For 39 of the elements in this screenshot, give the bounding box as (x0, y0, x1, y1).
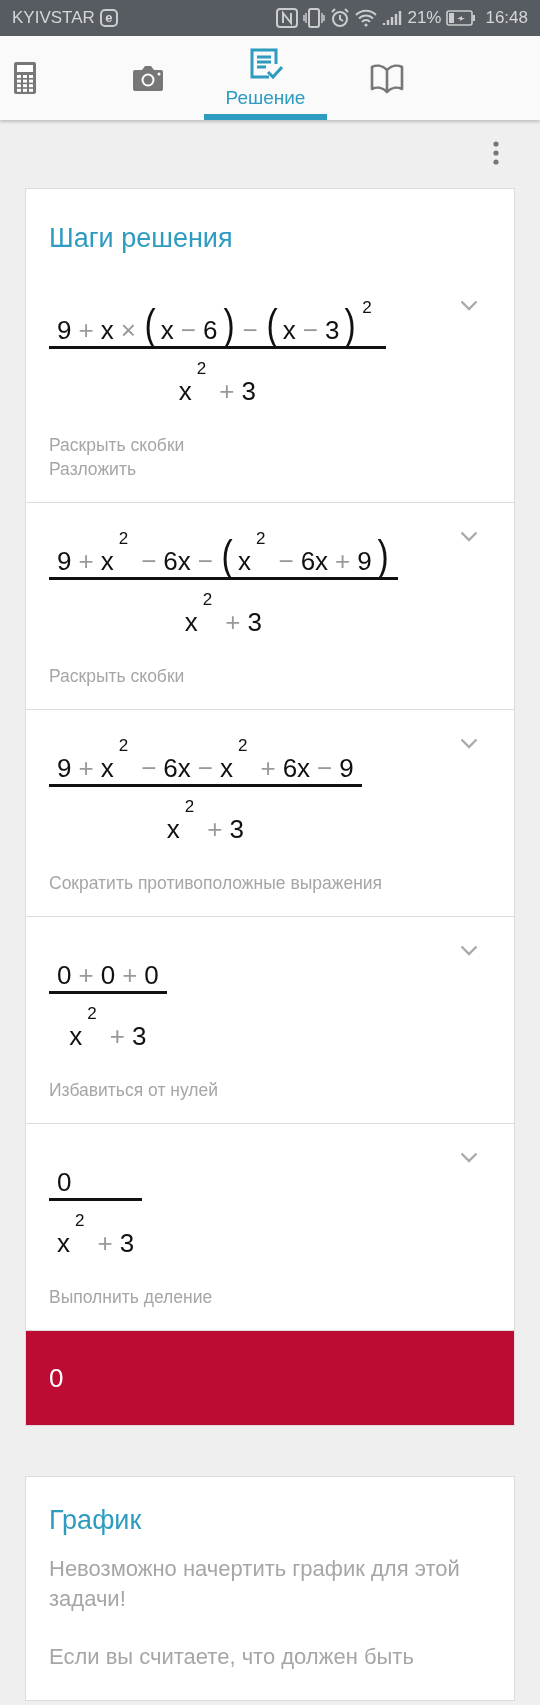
battery-icon (446, 10, 477, 26)
step-description: Разложить (49, 458, 137, 481)
carrier-name: KYIVSTAR (12, 8, 95, 28)
step-description: Раскрыть скобки (49, 665, 186, 688)
step-description: Сократить противоположные выражения (49, 872, 384, 895)
chevron-down-icon[interactable] (460, 531, 478, 542)
signal-icon (382, 9, 403, 27)
math-expression: 9 + x 2 − 6x − x 2 + 6x − 9 (56, 736, 355, 784)
report-text: Если вы считаете, что должен быть (49, 1643, 415, 1671)
clock: 16:48 (485, 8, 528, 28)
alarm-icon (330, 8, 351, 28)
camera-icon (132, 64, 164, 92)
more-options-icon[interactable] (492, 140, 500, 166)
calculator-icon (14, 62, 36, 94)
math-expression: x 2 + 3 (68, 1004, 148, 1052)
chevron-down-icon[interactable] (460, 1152, 478, 1163)
nfc-icon (276, 8, 299, 28)
math-expression: x 2 + 3 (165, 797, 245, 845)
math-expression: x 2 + 3 (177, 359, 257, 407)
math-expression: x 2 + 3 (183, 590, 263, 638)
graph-message: Невозможно начертить график для этой задачи! (49, 1555, 461, 1613)
math-expression: 0 + 0 + 0 (56, 959, 160, 991)
chevron-down-icon[interactable] (460, 300, 478, 311)
step-description: Избавиться от нулей (49, 1079, 220, 1102)
book-icon (370, 62, 404, 94)
wifi-icon (355, 9, 378, 27)
chevron-down-icon[interactable] (460, 945, 478, 956)
card-title: Шаги решения (48, 222, 234, 255)
chevron-down-icon[interactable] (460, 738, 478, 749)
document-check-icon (248, 47, 283, 81)
math-expression: 0 (56, 1166, 73, 1198)
vibrate-icon (303, 8, 326, 28)
step-description: Раскрыть скобки (49, 434, 186, 457)
card-title: График (48, 1504, 143, 1537)
network-badge: e (99, 9, 118, 27)
math-expression: x 2 + 3 (56, 1211, 136, 1259)
step-description: Выполнить деление (49, 1286, 214, 1309)
result-value: 0 (49, 1362, 64, 1394)
battery-percent: 21% (407, 8, 442, 28)
